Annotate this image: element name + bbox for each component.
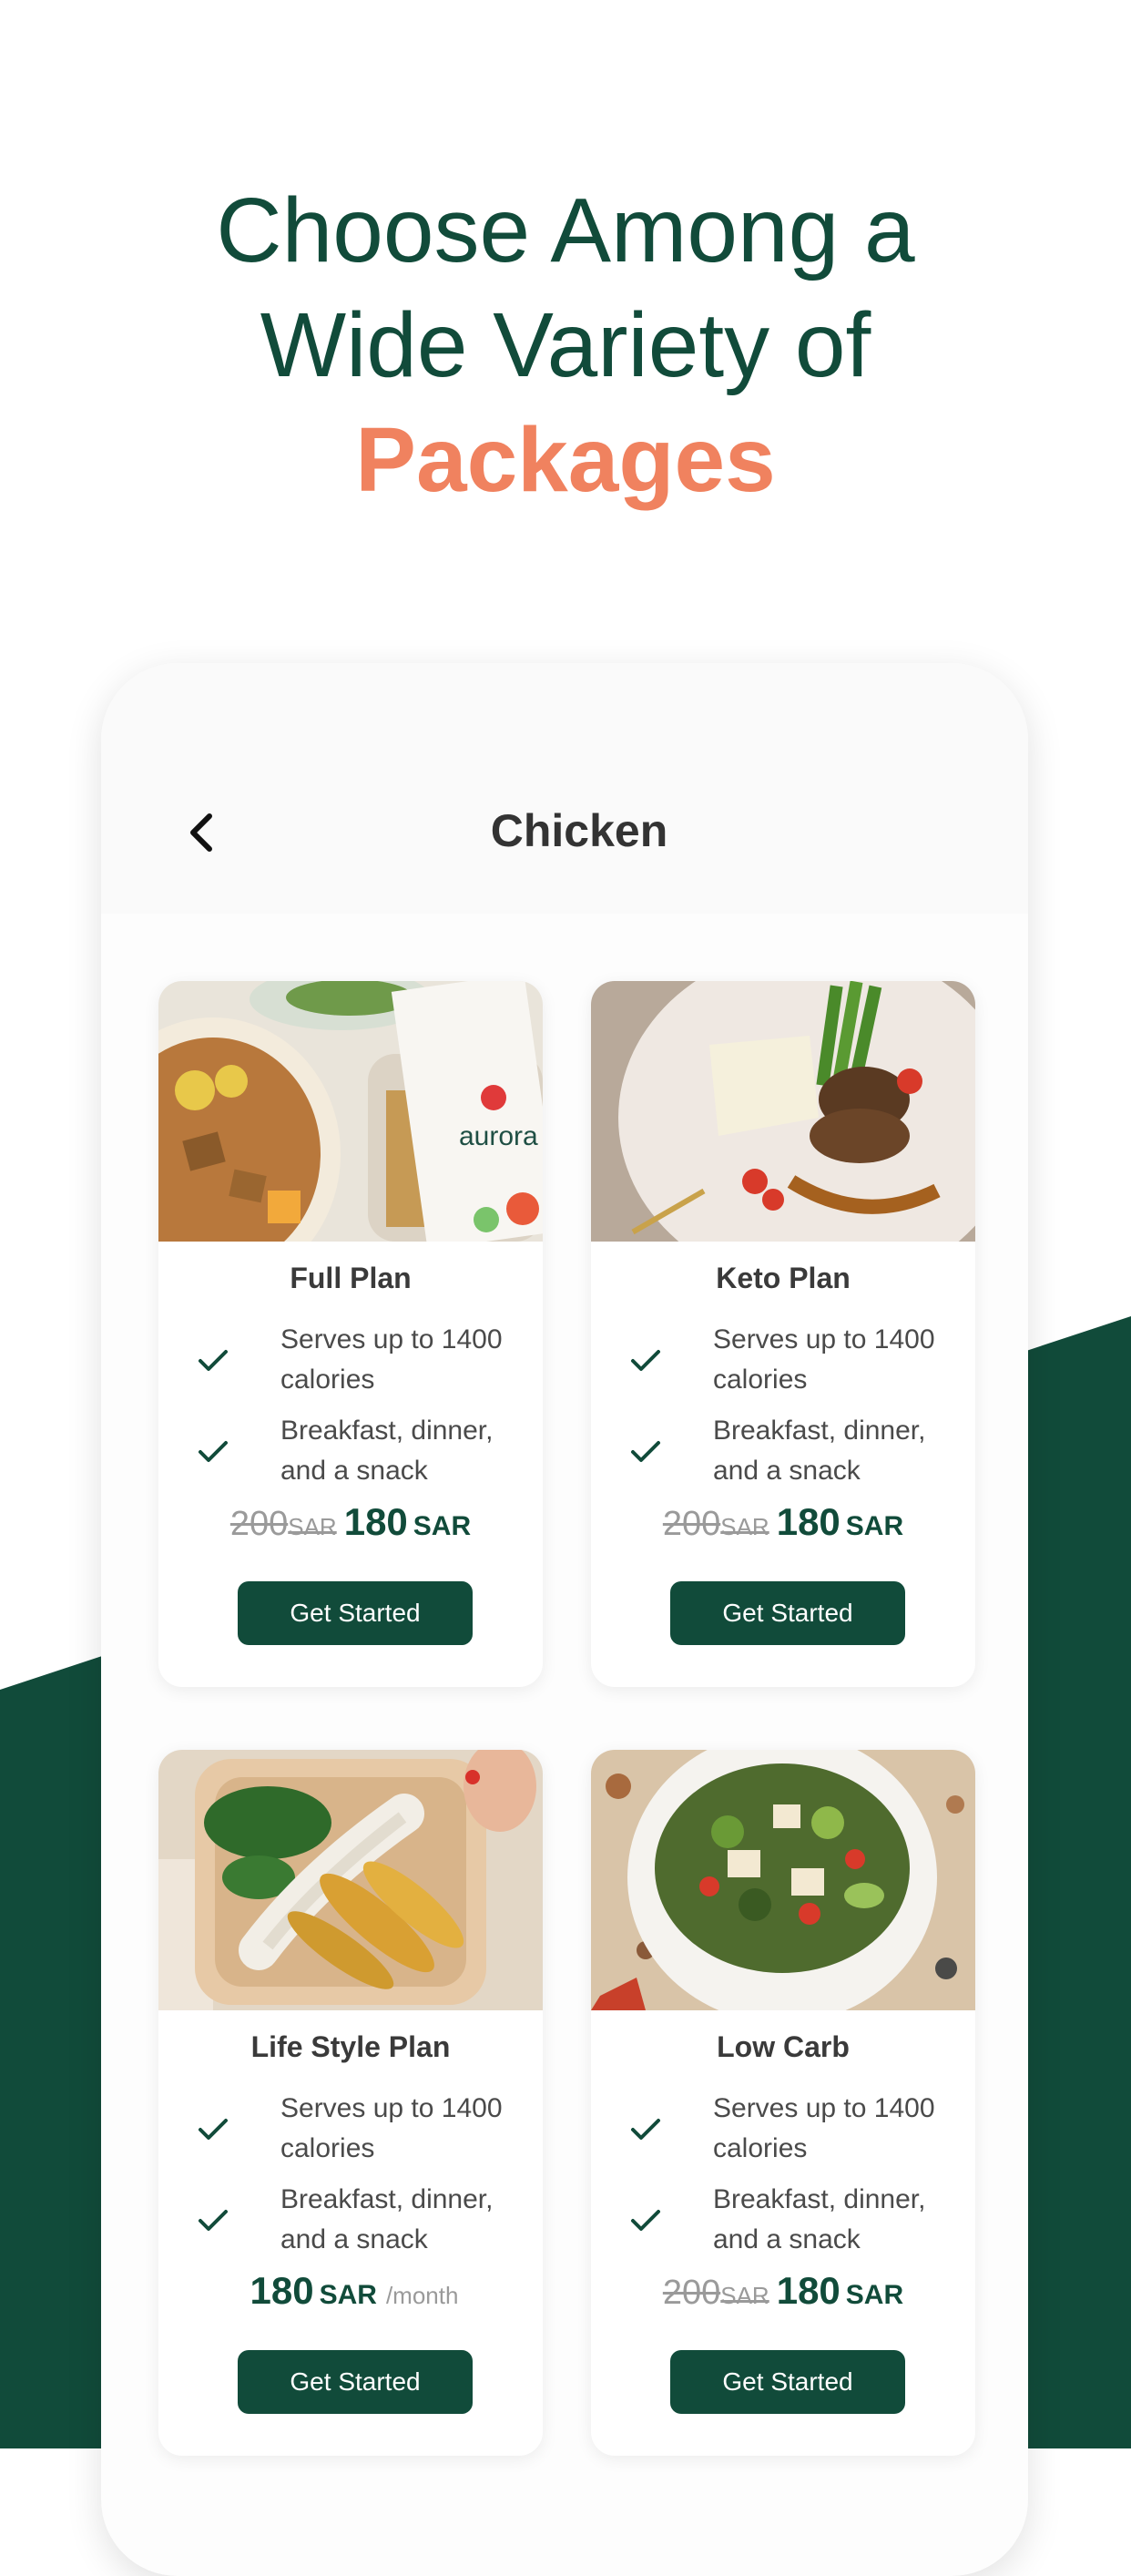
plan-card-full[interactable]: aurora Full Plan Serves up to 1400 calor… bbox=[158, 981, 543, 1687]
plan-card-keto[interactable]: Keto Plan Serves up to 1400 calories Bre… bbox=[591, 981, 975, 1687]
feature-text: Breakfast, dinner, and a snack bbox=[280, 2184, 494, 2254]
feature-item: Serves up to 1400 calories bbox=[627, 2089, 955, 2180]
current-price: 180 bbox=[776, 1500, 841, 1543]
price: 200SAR 180 SAR bbox=[591, 1500, 975, 1544]
plan-name: Full Plan bbox=[290, 1262, 412, 1294]
feature-text: Breakfast, dinner, and a snack bbox=[280, 1416, 494, 1486]
check-icon bbox=[199, 1350, 228, 1371]
price: 200SAR 180 SAR bbox=[158, 1500, 543, 1544]
plan-card-low-carb[interactable]: Low Carb Serves up to 1400 calories Brea… bbox=[591, 1750, 975, 2456]
currency: SAR bbox=[319, 2280, 377, 2310]
feature-text: Breakfast, dinner, and a snack bbox=[713, 2184, 926, 2254]
old-price: 200SAR bbox=[662, 1505, 769, 1543]
app-header: Chicken bbox=[101, 663, 1028, 914]
check-icon bbox=[631, 2119, 660, 2140]
price: 180 SAR/month bbox=[158, 2269, 543, 2313]
feature-item: Breakfast, dinner, and a snack bbox=[195, 2180, 523, 2271]
feature-text: Breakfast, dinner, and a snack bbox=[713, 1416, 926, 1486]
lifestyle-plan-image bbox=[158, 1750, 543, 2010]
old-price: 200SAR bbox=[662, 2274, 769, 2312]
keto-plan-image bbox=[591, 981, 975, 1291]
check-icon bbox=[631, 1350, 660, 1371]
plan-card-lifestyle[interactable]: Life Style Plan Serves up to 1400 calori… bbox=[158, 1750, 543, 2456]
feature-item: Breakfast, dinner, and a snack bbox=[627, 1411, 955, 1502]
check-icon bbox=[631, 1441, 660, 1462]
headline-accent: Packages bbox=[355, 409, 776, 511]
feature-item: Serves up to 1400 calories bbox=[627, 1320, 955, 1411]
feature-text: Serves up to 1400 calories bbox=[280, 1324, 503, 1395]
currency: SAR bbox=[845, 2280, 904, 2310]
price: 200SAR 180 SAR bbox=[591, 2269, 975, 2313]
plan-name: Keto Plan bbox=[716, 1262, 851, 1294]
marketing-headline: Choose Among a Wide Variety of Packages bbox=[0, 173, 1131, 517]
feature-text: Serves up to 1400 calories bbox=[280, 2093, 503, 2163]
feature-item: Serves up to 1400 calories bbox=[195, 1320, 523, 1411]
check-icon bbox=[199, 1441, 228, 1462]
full-plan-image: aurora bbox=[158, 981, 543, 1291]
feature-item: Serves up to 1400 calories bbox=[195, 2089, 523, 2180]
current-price: 180 bbox=[343, 1500, 408, 1543]
headline-line-2: Wide Variety of bbox=[260, 294, 871, 396]
feature-item: Breakfast, dinner, and a snack bbox=[195, 1411, 523, 1502]
svg-text:aurora: aurora bbox=[459, 1121, 538, 1151]
screen-title: Chicken bbox=[490, 805, 668, 856]
get-started-button[interactable]: Get Started bbox=[238, 2350, 473, 2414]
check-icon bbox=[199, 2210, 228, 2231]
plan-name: Low Carb bbox=[717, 2030, 850, 2063]
currency: SAR bbox=[413, 1511, 472, 1541]
headline-line-1: Choose Among a bbox=[216, 179, 915, 281]
current-price: 180 bbox=[250, 2269, 314, 2312]
feature-item: Breakfast, dinner, and a snack bbox=[627, 2180, 955, 2271]
get-started-button[interactable]: Get Started bbox=[670, 2350, 905, 2414]
old-price: 200SAR bbox=[229, 1505, 337, 1543]
feature-text: Serves up to 1400 calories bbox=[713, 1324, 935, 1395]
current-price: 180 bbox=[776, 2269, 841, 2312]
plan-name: Life Style Plan bbox=[250, 2030, 451, 2063]
feature-text: Serves up to 1400 calories bbox=[713, 2093, 935, 2163]
low-carb-plan-image bbox=[591, 1750, 975, 2023]
get-started-button[interactable]: Get Started bbox=[238, 1581, 473, 1645]
check-icon bbox=[631, 2210, 660, 2231]
check-icon bbox=[199, 2119, 228, 2140]
currency: SAR bbox=[845, 1511, 904, 1541]
get-started-button[interactable]: Get Started bbox=[670, 1581, 905, 1645]
phone-mockup: Chicken aurora Full Plan Serves up to 14… bbox=[101, 663, 1028, 2576]
billing-period: /month bbox=[385, 2282, 459, 2309]
